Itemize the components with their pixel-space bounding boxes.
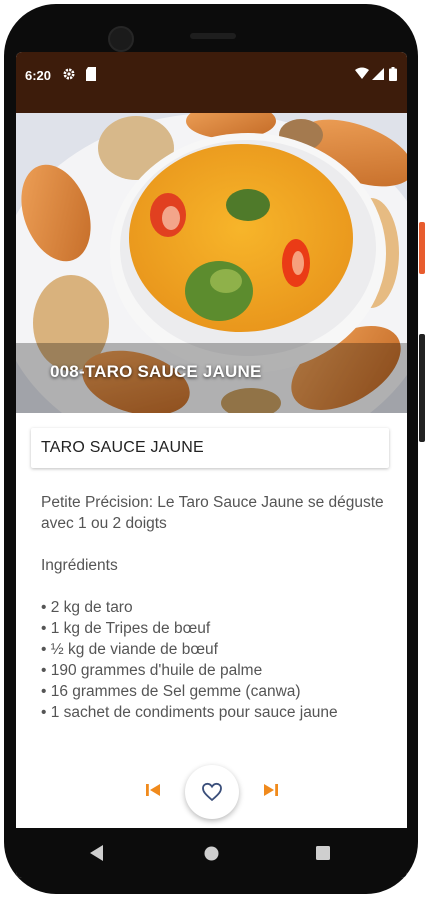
next-recipe-button[interactable] [261, 780, 281, 805]
app-screen: 6:20 008-TARO SAUCE JAUNE TARO SAUCE JAU… [16, 52, 407, 878]
ingredients-heading: Ingrédients [41, 557, 118, 574]
home-icon[interactable] [204, 846, 219, 866]
previous-recipe-button[interactable] [143, 780, 163, 805]
heart-outline-icon [202, 782, 222, 802]
skip-previous-icon [146, 784, 160, 796]
recipe-note: Petite Précision: Le Taro Sauce Jaune se… [41, 494, 384, 532]
recents-icon[interactable] [316, 846, 330, 865]
system-navigation-bar [16, 828, 407, 878]
favorite-button[interactable] [185, 765, 239, 819]
device: 6:20 008-TARO SAUCE JAUNE TARO SAUCE JAU… [0, 0, 425, 900]
status-bar: 6:20 [16, 52, 407, 113]
ingredient-item: • 190 grammes d'huile de palme [41, 662, 263, 679]
front-camera [108, 26, 134, 52]
sd-card-icon [85, 67, 97, 86]
recipe-photo: 008-TARO SAUCE JAUNE [16, 113, 407, 413]
ingredient-item: • ½ kg de viande de bœuf [41, 641, 218, 658]
wifi-icon [355, 67, 369, 85]
signal-icon [372, 67, 384, 85]
power-button [419, 222, 425, 274]
gear-icon [62, 67, 76, 86]
ingredient-item: • 16 grammes de Sel gemme (canwa) [41, 683, 301, 700]
hero-title: 008-TARO SAUCE JAUNE [50, 362, 262, 381]
recipe-title: TARO SAUCE JAUNE [41, 439, 204, 456]
skip-next-icon [264, 784, 278, 796]
status-time: 6:20 [25, 68, 52, 83]
ingredient-item: • 1 kg de Tripes de bœuf [41, 620, 211, 637]
recipe-title-card: TARO SAUCE JAUNE [31, 428, 389, 468]
battery-icon [389, 67, 397, 86]
earpiece-speaker [190, 33, 236, 39]
back-icon[interactable] [90, 845, 104, 866]
recipe-description: Petite Précision: Le Taro Sauce Jaune se… [41, 492, 391, 723]
ingredient-item: • 1 sachet de condiments pour sauce jaun… [41, 704, 338, 721]
volume-button [419, 334, 425, 442]
ingredient-item: • 2 kg de taro [41, 599, 133, 616]
